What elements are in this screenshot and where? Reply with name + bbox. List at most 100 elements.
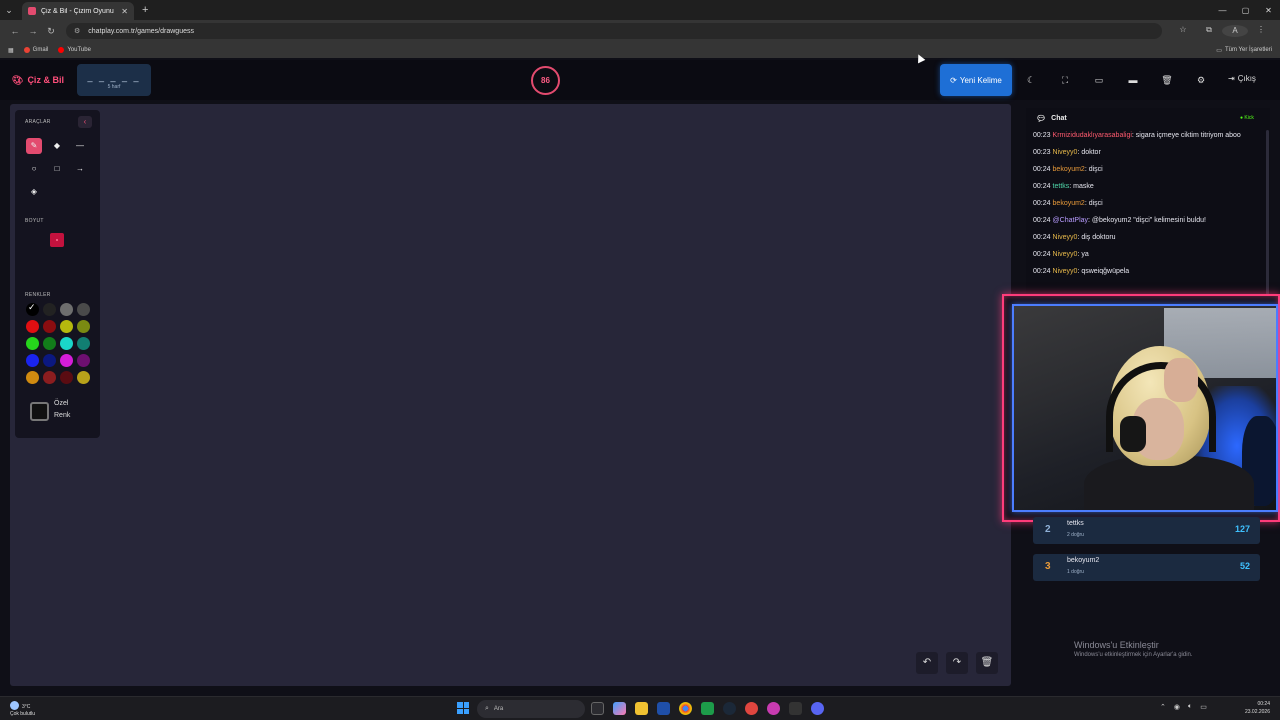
tab-search-icon[interactable]: ⌄ bbox=[0, 0, 18, 20]
color-swatch[interactable] bbox=[43, 371, 56, 384]
color-swatch[interactable] bbox=[60, 371, 73, 384]
reload-icon[interactable]: ↻ bbox=[42, 26, 60, 37]
new-tab-button[interactable]: + bbox=[142, 4, 148, 16]
chat-username[interactable]: Niveyy0 bbox=[1053, 251, 1078, 258]
minimize-icon[interactable]: — bbox=[1211, 6, 1234, 15]
size-option[interactable] bbox=[27, 256, 41, 270]
browser-menu-icon[interactable]: ⋮ bbox=[1248, 25, 1274, 37]
bookmark-gmail[interactable]: Gmail bbox=[23, 47, 48, 53]
chat-text: : qsweiqğwüpela bbox=[1077, 268, 1130, 275]
rectangle-tool-icon[interactable]: □ bbox=[49, 161, 65, 177]
color-swatch[interactable] bbox=[26, 371, 39, 384]
size-option[interactable] bbox=[50, 256, 64, 270]
chat-username[interactable]: Niveyy0 bbox=[1053, 234, 1078, 241]
color-swatch[interactable] bbox=[77, 354, 90, 367]
copilot-icon[interactable] bbox=[613, 702, 626, 715]
volume-icon[interactable]: 🔈︎ bbox=[1188, 703, 1192, 711]
site-info-icon[interactable]: ⚙ bbox=[74, 27, 80, 35]
steam-icon[interactable] bbox=[723, 702, 736, 715]
settings-icon[interactable]: ⚙ bbox=[1194, 74, 1208, 86]
custom-color-swatch[interactable] bbox=[30, 402, 49, 421]
fullscreen-icon[interactable]: ⛶ bbox=[1058, 74, 1072, 86]
file-explorer-icon[interactable] bbox=[635, 702, 648, 715]
tab-close-icon[interactable]: ✕ bbox=[121, 7, 128, 16]
logout-button[interactable]: ⇥ Çıkış bbox=[1228, 74, 1256, 83]
circle-tool-icon[interactable]: ○ bbox=[26, 161, 42, 177]
battery-icon[interactable]: ▭ bbox=[1200, 703, 1207, 711]
chat-username[interactable]: bekoyum2 bbox=[1053, 200, 1085, 207]
opera-icon[interactable] bbox=[767, 702, 780, 715]
store-icon[interactable] bbox=[657, 702, 670, 715]
color-swatch[interactable] bbox=[60, 337, 73, 350]
color-swatch[interactable] bbox=[43, 320, 56, 333]
chat-username[interactable]: tettks bbox=[1053, 183, 1070, 190]
color-swatch[interactable] bbox=[43, 354, 56, 367]
maximize-icon[interactable]: ▢ bbox=[1234, 6, 1257, 15]
color-swatch[interactable] bbox=[77, 337, 90, 350]
size-option[interactable] bbox=[27, 233, 41, 247]
redo-button[interactable]: ↷ bbox=[946, 652, 968, 674]
network-icon[interactable]: ◉ bbox=[1174, 703, 1180, 711]
color-swatch[interactable] bbox=[43, 337, 56, 350]
gmail-icon bbox=[23, 47, 30, 53]
dark-mode-icon[interactable]: ☾ bbox=[1024, 74, 1038, 86]
chat-username[interactable]: Krmizidudaklıyarasabaligi bbox=[1053, 132, 1132, 139]
profile-avatar[interactable]: A bbox=[1222, 25, 1248, 37]
bookmark-youtube[interactable]: YouTube bbox=[58, 47, 91, 53]
layout-icon[interactable]: ▬ bbox=[1126, 74, 1140, 86]
size-option-selected[interactable] bbox=[50, 233, 64, 247]
back-icon[interactable]: ← bbox=[6, 26, 24, 36]
app-icon[interactable] bbox=[745, 702, 758, 715]
clear-canvas-button[interactable]: 🗑︎ bbox=[976, 652, 998, 674]
windows-start-icon[interactable] bbox=[457, 702, 469, 714]
color-swatch[interactable] bbox=[77, 303, 90, 316]
color-swatch[interactable] bbox=[26, 302, 39, 316]
taskbar-clock[interactable]: 00:24 23.02.2026 bbox=[1230, 700, 1270, 716]
bookmark-star-icon[interactable]: ☆ bbox=[1170, 25, 1196, 37]
epic-icon[interactable] bbox=[789, 702, 802, 715]
weather-widget[interactable]: 3°C Çok bulutlu bbox=[10, 701, 35, 718]
line-tool-icon[interactable]: — bbox=[72, 138, 88, 154]
eraser-tool-icon[interactable]: ◆ bbox=[49, 138, 65, 154]
color-swatch[interactable] bbox=[60, 303, 73, 316]
task-view-icon[interactable] bbox=[591, 702, 604, 715]
url-field[interactable]: ⚙ chatplay.com.tr/games/drawguess bbox=[66, 23, 1162, 39]
collapse-tools-button[interactable]: ‹ bbox=[78, 116, 92, 128]
extensions-icon[interactable]: ⧉ bbox=[1196, 25, 1222, 37]
arrow-tool-icon[interactable]: → bbox=[72, 161, 88, 177]
taskbar-search[interactable]: ⌕ Ara bbox=[477, 700, 585, 718]
drawing-canvas[interactable] bbox=[10, 104, 1011, 686]
chat-username[interactable]: @ChatPlay bbox=[1053, 217, 1089, 224]
custom-color-label[interactable]: Özel Renk bbox=[54, 398, 84, 422]
keyboard-icon[interactable]: ▭ bbox=[1092, 74, 1106, 86]
chat-username[interactable]: bekoyum2 bbox=[1053, 166, 1085, 173]
chat-username[interactable]: Niveyy0 bbox=[1053, 149, 1078, 156]
size-option[interactable] bbox=[73, 256, 87, 270]
chat-username[interactable]: Niveyy0 bbox=[1053, 268, 1078, 275]
size-option[interactable] bbox=[73, 233, 87, 247]
new-word-button[interactable]: ⟳ Yeni Kelime bbox=[940, 64, 1012, 96]
fill-bucket-icon[interactable]: ◈ bbox=[26, 184, 42, 200]
color-swatch[interactable] bbox=[60, 320, 73, 333]
color-swatch[interactable] bbox=[26, 354, 39, 367]
xbox-icon[interactable] bbox=[701, 702, 714, 715]
close-window-icon[interactable]: ✕ bbox=[1257, 6, 1280, 15]
chrome-icon[interactable] bbox=[679, 702, 692, 715]
apps-grid-icon[interactable]: ▦ bbox=[8, 47, 14, 54]
color-swatch[interactable] bbox=[26, 337, 39, 350]
color-swatch[interactable] bbox=[60, 354, 73, 367]
forward-icon[interactable]: → bbox=[24, 26, 42, 36]
all-bookmarks[interactable]: ▭ Tüm Yer İşaretleri bbox=[1216, 47, 1272, 54]
browser-tab[interactable]: Çiz & Bil - Çizim Oyunu ✕ bbox=[22, 2, 134, 20]
trash-header-icon[interactable]: 🗑︎ bbox=[1160, 74, 1174, 86]
tray-chevron-icon[interactable]: ⌃ bbox=[1160, 703, 1166, 711]
chat-scrollbar[interactable] bbox=[1266, 130, 1269, 295]
brush-tool-icon[interactable]: ✎ bbox=[26, 138, 42, 154]
discord-icon[interactable] bbox=[811, 702, 824, 715]
color-swatch[interactable] bbox=[43, 303, 56, 316]
color-swatch[interactable] bbox=[77, 371, 90, 384]
logo[interactable]: 🎨︎ Çiz & Bil bbox=[12, 75, 64, 86]
color-swatch[interactable] bbox=[77, 320, 90, 333]
color-swatch[interactable] bbox=[26, 320, 39, 333]
undo-button[interactable]: ↶ bbox=[916, 652, 938, 674]
